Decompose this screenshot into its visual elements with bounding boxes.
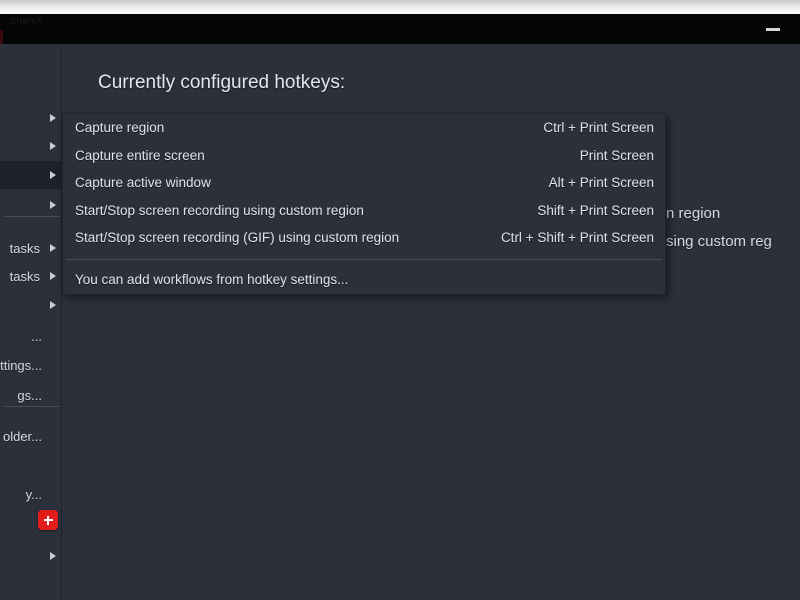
submenu-chevron-right-icon [50,244,56,252]
sidebar-menu-item-label: ... [31,328,42,344]
sidebar-menu-item-2[interactable] [0,161,62,189]
plus-horizontal-stroke [43,519,53,521]
window-title: ShareX [10,16,44,26]
hotkey-shortcut-label: Print Screen [579,147,654,163]
submenu-chevron-right-icon [50,301,56,309]
background-text-2: sing custom reg [666,233,772,250]
hotkey-action-label: Capture region [75,120,165,136]
hotkeys-popup: Capture region Ctrl + Print Screen Capture… [62,113,666,295]
sidebar-menu-item-label: tasks [9,240,40,256]
hotkeys-popup-footer[interactable]: You can add workflows from hotkey settin… [63,266,665,293]
hotkey-action-label: Capture entire screen [75,147,205,163]
submenu-chevron-right-icon [50,272,56,280]
hotkey-shortcut-label: Ctrl + Print Screen [543,120,654,136]
sidebar-menu-item-5[interactable]: tasks [0,262,62,290]
hotkeys-popup-title: Currently configured hotkeys: [98,72,346,93]
hotkey-row[interactable]: Start/Stop screen recording (GIF) using … [63,224,665,252]
hotkey-row[interactable]: Capture region Ctrl + Print Screen [63,114,665,142]
hotkey-shortcut-label: Ctrl + Shift + Print Screen [500,230,654,246]
sidebar-menu-item-7[interactable]: ... [0,322,62,350]
background-text-1: n region [666,205,721,222]
sidebar-menu-item-10[interactable]: older... [0,422,62,450]
sidebar-context-menu: tasks tasks... ettings... gs... older... y... [0,44,62,600]
add-plus-icon[interactable] [38,510,58,530]
sidebar-menu-item-8[interactable]: ettings... [0,351,62,379]
sidebar-menu-item-3[interactable] [0,191,62,219]
sidebar-menu-item-label: older... [2,428,42,444]
sidebar-menu-item-4[interactable]: tasks [0,234,62,262]
sidebar-menu-item-11[interactable]: y... [0,480,62,508]
hotkey-shortcut-label: Shift + Print Screen [537,202,654,218]
sidebar-menu-item-label: gs... [17,387,42,403]
sidebar-separator-1 [4,406,60,407]
sidebar-menu-item-0[interactable] [0,104,62,132]
sidebar-menu-item-6[interactable] [0,291,62,319]
sidebar-menu-item-bottom[interactable] [0,542,62,570]
sidebar-separator-0 [4,216,60,217]
minimize-icon [766,27,780,31]
sidebar-menu-item-label: y... [25,486,42,502]
submenu-chevron-right-icon [50,114,56,122]
submenu-chevron-right-icon [50,171,56,179]
desktop-edge-strip [0,0,800,14]
hotkeys-popup-header: Currently configured hotkeys: [62,70,666,110]
submenu-chevron-right-icon [50,142,56,150]
hotkey-action-label: Start/Stop screen recording (GIF) using … [75,230,400,246]
minimize-button[interactable] [756,14,790,44]
sidebar-menu-item-9[interactable]: gs... [0,381,62,409]
hotkeys-popup-footer-label: You can add workflows from hotkey settin… [75,271,349,287]
hotkey-shortcut-label: Alt + Print Screen [548,175,654,191]
submenu-chevron-right-icon [50,201,56,209]
hotkey-row[interactable]: Capture active window Alt + Print Screen [63,169,665,197]
sharex-tray-menu-screen: ShareX n region sing custom reg tasks tas… [0,0,800,600]
sidebar-menu-item-label: tasks [9,268,40,284]
hotkey-action-label: Capture active window [75,175,211,191]
hotkeys-popup-separator [66,258,662,260]
sidebar-menu-item-1[interactable] [0,132,62,160]
submenu-chevron-right-icon [50,552,56,560]
hotkey-row[interactable]: Capture entire screen Print Screen [63,142,665,170]
window-titlebar[interactable]: ShareX [0,14,800,52]
hotkey-row[interactable]: Start/Stop screen recording using custom… [63,197,665,225]
sidebar-menu-item-label: ettings... [0,357,42,373]
hotkey-action-label: Start/Stop screen recording using custom… [75,202,364,218]
